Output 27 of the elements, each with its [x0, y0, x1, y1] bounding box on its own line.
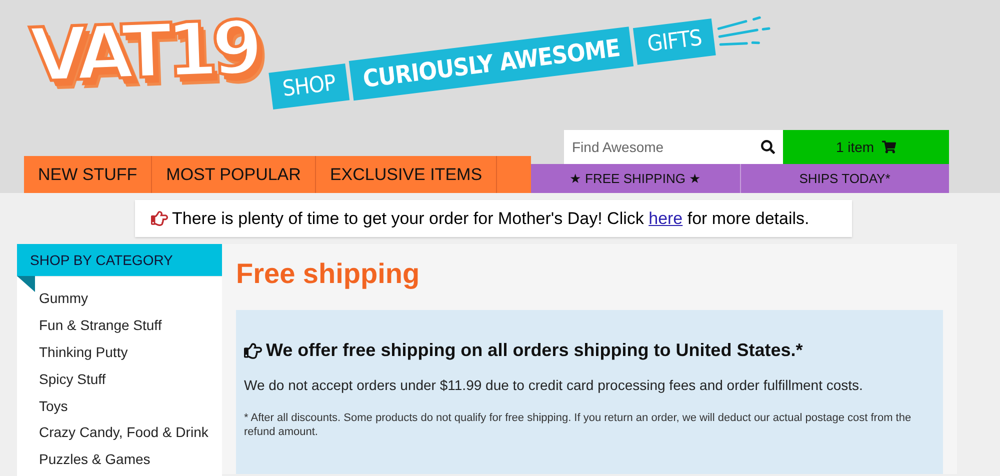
- details-link[interactable]: here: [648, 208, 683, 228]
- category-link[interactable]: Toys: [39, 392, 222, 419]
- page-title: Free shipping: [236, 258, 421, 290]
- category-link[interactable]: Gummy: [39, 285, 222, 312]
- promo-text: SHIPS TODAY*: [740, 164, 949, 193]
- info-heading: We offer free shipping on all orders shipping to United States.*: [266, 340, 803, 361]
- cart-icon: [882, 140, 896, 154]
- pointing-hand-icon: [151, 210, 168, 227]
- search-field[interactable]: Find Awesome: [564, 130, 783, 164]
- category-link[interactable]: Crazy Candy, Food & Drink: [39, 418, 222, 446]
- footnote-text: * After all discounts. Some products do not qualify for free shipping. If you return an order, we will deduct our actual postage cost from the refund amount.: [244, 411, 912, 440]
- category-link[interactable]: Spicy Stuff: [39, 365, 222, 392]
- category-link[interactable]: Thinking Putty: [39, 338, 222, 366]
- promo-text: ★ FREE SHIPPING ★: [568, 170, 702, 188]
- nav-link[interactable]: MOST POPULAR: [152, 156, 316, 193]
- notice-text: There is plenty of time to get your order for Mother's Day! Click here for more details.: [172, 208, 810, 228]
- category-heading-text: SHOP BY CATEGORY: [30, 252, 173, 268]
- cart-button[interactable]: 1 item: [783, 130, 949, 164]
- tagline-ribbon: GIFTS: [634, 18, 716, 64]
- category-link[interactable]: Puzzles & Games: [39, 446, 222, 473]
- nav-link[interactable]: EXCLUSIVE ITEMS: [316, 156, 498, 193]
- info-text: We do not accept orders under $11.99 due to credit card processing fees and order fulfillment costs.: [244, 377, 864, 393]
- pointing-hand-icon: [244, 342, 262, 360]
- category-link[interactable]: Fun & Strange Stuff: [39, 312, 222, 339]
- nav-link[interactable]: NEW STUFF: [24, 156, 152, 193]
- tagline-ribbon: CURIOUSLY AWESOME: [349, 26, 634, 101]
- search-icon[interactable]: [761, 140, 775, 154]
